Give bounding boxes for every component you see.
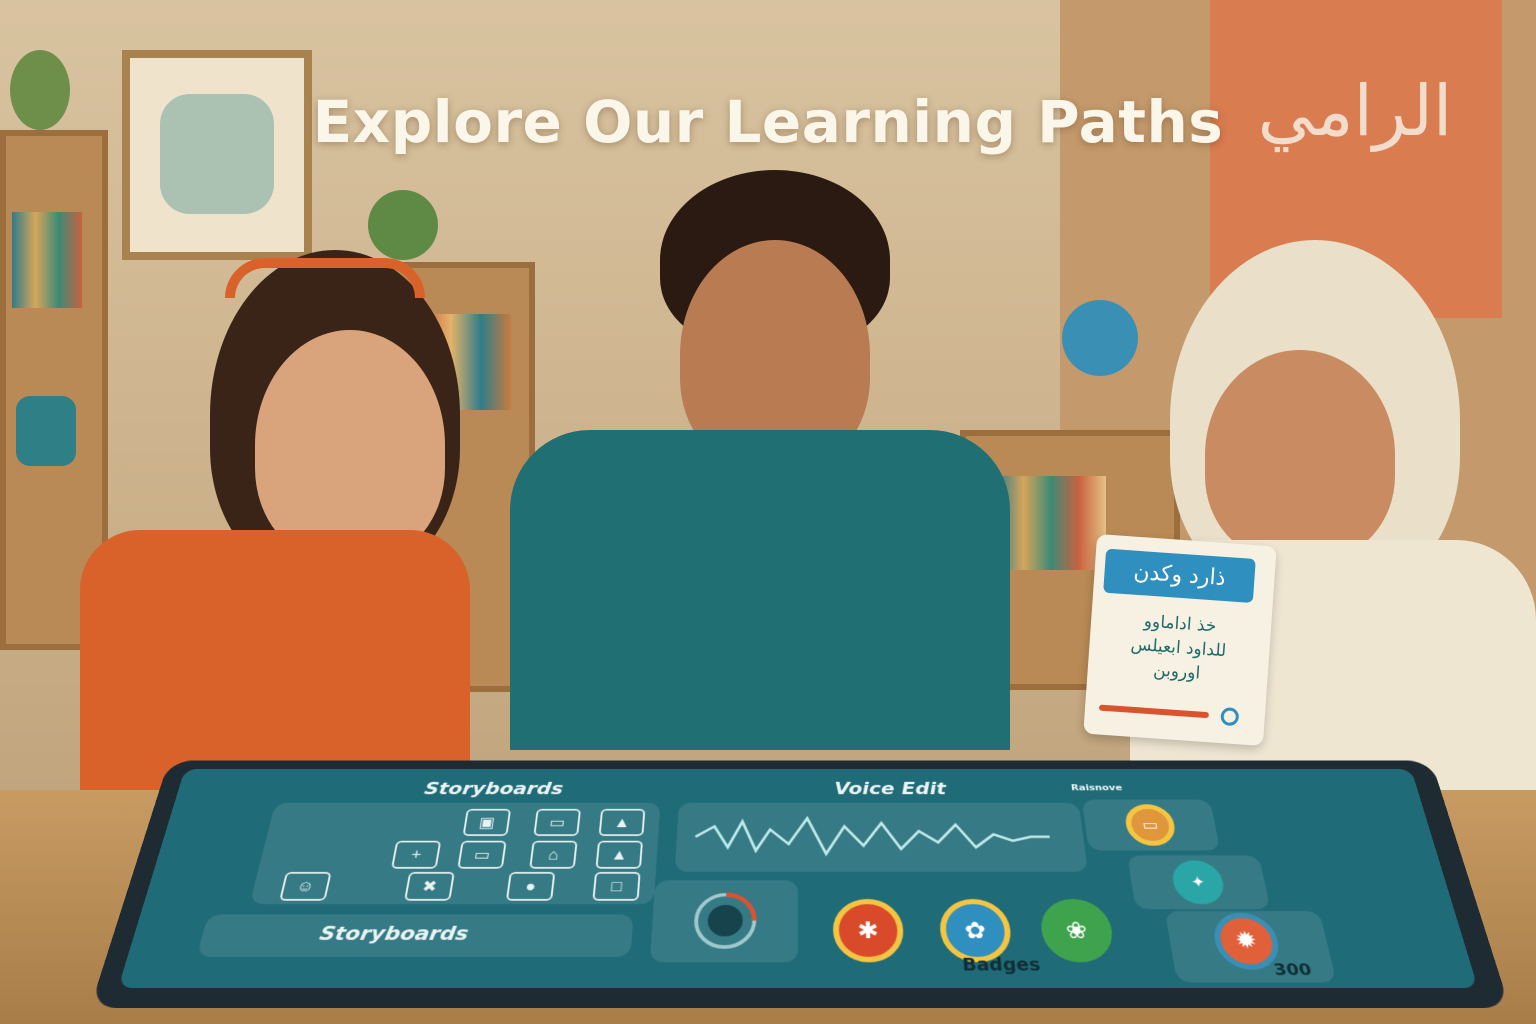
voice-waveform-panel[interactable]	[675, 803, 1088, 872]
chat-icon[interactable]: □	[592, 872, 640, 901]
side-item-puzzle[interactable]: ✦	[1127, 855, 1271, 909]
mountain-icon[interactable]: ▲	[595, 841, 643, 869]
star-badge-icon[interactable]: ✱	[833, 899, 905, 962]
face-icon[interactable]: ☺	[279, 872, 331, 901]
page-title: Explore Our Learning Paths	[0, 88, 1536, 156]
flashcard-text: خذ اداماوو للداود ابعيلس اوروبن	[1101, 607, 1256, 689]
frame-icon[interactable]: ▭	[457, 841, 506, 869]
score-panel[interactable]: ✹ 300	[1165, 911, 1337, 982]
girl-left	[40, 240, 460, 840]
flashcard-progress-bar	[1099, 705, 1209, 719]
storyboards-button[interactable]: Storyboards	[197, 914, 634, 956]
timer-panel[interactable]	[650, 880, 798, 962]
badges-label: Badges	[962, 955, 1042, 975]
mountain-icon[interactable]: ▲	[599, 809, 646, 836]
waveform	[675, 803, 1088, 872]
photo-scene: الرامي ذارد وكدن خذ اداماوو للداود ابعيل…	[0, 0, 1536, 1024]
puzzle-icon: ✦	[1169, 860, 1227, 904]
storyboards-title: Storyboards	[423, 780, 564, 799]
image-icon[interactable]: ▣	[463, 809, 512, 836]
flashcard-dot-icon	[1220, 707, 1239, 726]
add-icon[interactable]: +	[391, 841, 441, 869]
storyboards-button-label: Storyboards	[317, 923, 470, 945]
timer-dial-icon	[650, 880, 798, 962]
boy-middle	[450, 150, 1020, 750]
side-item-book[interactable]: ▭	[1082, 800, 1220, 851]
side-title: Raisnove	[1070, 783, 1123, 793]
flashcard: ذارد وكدن خذ اداماوو للداود ابعيلس اوروب…	[1083, 534, 1277, 746]
storyboards-grid[interactable]: ▣ ▭ ▲ + ▭ ⌂ ▲ ☺ ✖ ● □	[249, 803, 660, 904]
frame-icon[interactable]: ▭	[533, 809, 581, 836]
flashcard-heading: ذارد وكدن	[1103, 549, 1256, 603]
book-icon: ▭	[1123, 804, 1178, 845]
voice-edit-title: Voice Edit	[834, 780, 946, 799]
score-value: 300	[1272, 961, 1314, 980]
flower-badge-icon[interactable]: ✿	[938, 899, 1013, 962]
leaf-badge-icon[interactable]: ❀	[1038, 899, 1116, 962]
tablet-screen: Storyboards ▣ ▭ ▲ + ▭ ⌂ ▲ ☺ ✖ ● □ Storyb…	[118, 769, 1478, 988]
microphone-icon[interactable]: ●	[506, 872, 555, 901]
tools-icon[interactable]: ✖	[404, 872, 455, 901]
house-icon[interactable]: ⌂	[529, 841, 577, 869]
